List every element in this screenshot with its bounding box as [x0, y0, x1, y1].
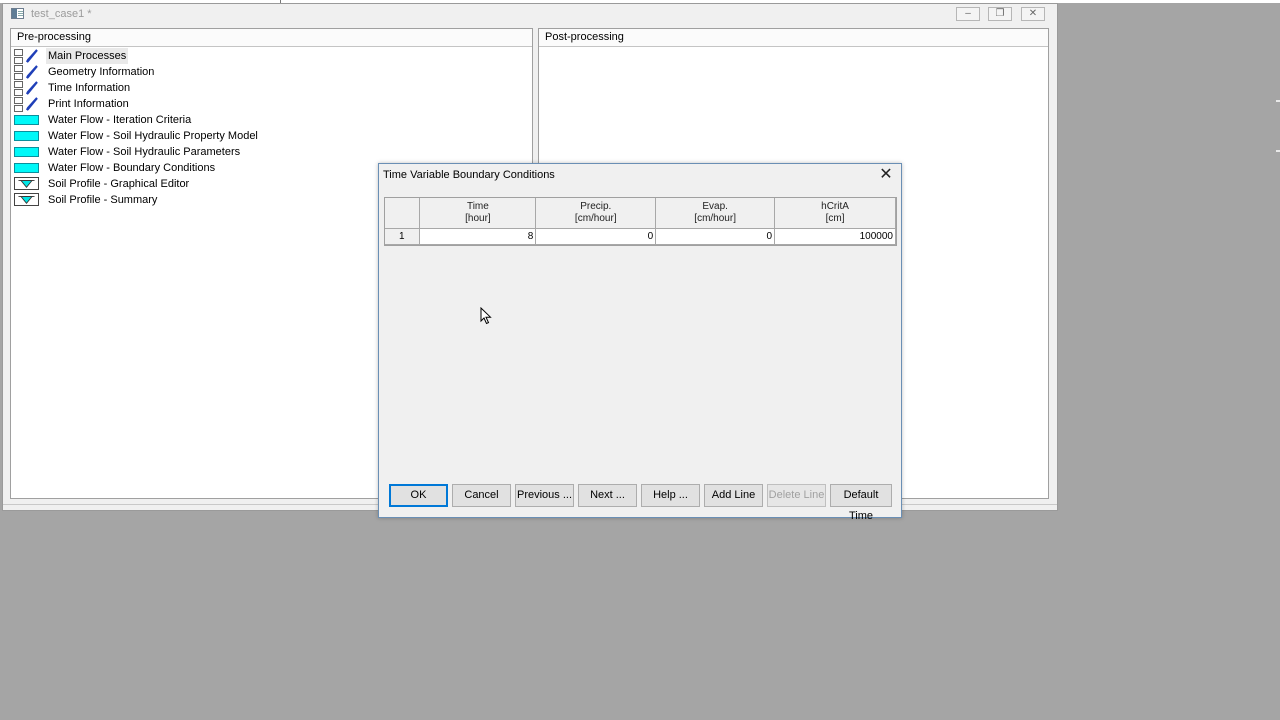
tree-item-label: Water Flow - Soil Hydraulic Property Mod…	[48, 130, 258, 142]
column-name: Time	[466, 201, 489, 212]
tree-item-soil-hydraulic-parameters[interactable]: Water Flow - Soil Hydraulic Parameters	[11, 144, 532, 160]
close-icon: ✕	[879, 166, 893, 183]
tree-item-print-information[interactable]: Print Information	[11, 96, 532, 112]
checkbox-icon	[14, 49, 23, 64]
column-unit: [cm]	[825, 213, 845, 224]
tree-item-label: Soil Profile - Summary	[48, 194, 158, 206]
mouse-cursor-icon	[480, 307, 492, 325]
minimize-button[interactable]: –	[956, 7, 980, 21]
tree-item-label: Water Flow - Boundary Conditions	[48, 162, 216, 174]
soil-profile-icon	[14, 177, 39, 190]
next-button[interactable]: Next ...	[578, 484, 637, 507]
cell-precip[interactable]: 0	[535, 228, 657, 245]
tree-item-label: Main Processes	[46, 48, 129, 64]
pen-icon	[26, 65, 38, 79]
help-button[interactable]: Help ...	[641, 484, 700, 507]
tree-item-main-processes[interactable]: Main Processes	[11, 48, 532, 64]
water-flow-icon	[14, 115, 39, 125]
add-line-button[interactable]: Add Line	[704, 484, 763, 507]
boundary-conditions-grid: Time [hour] Precip. [cm/hour] Evap. [cm/…	[384, 197, 897, 246]
column-header-hcrita[interactable]: hCritA [cm]	[774, 198, 896, 229]
minimize-icon: –	[965, 8, 971, 19]
water-flow-icon	[14, 131, 39, 141]
grid-corner-cell	[385, 198, 421, 229]
close-window-button[interactable]: ✕	[1021, 7, 1045, 21]
tree-item-label: Print Information	[48, 98, 129, 110]
row-number[interactable]: 1	[385, 228, 421, 245]
restore-icon: ❐	[995, 8, 1005, 19]
app-icon	[11, 8, 24, 19]
pen-icon	[26, 97, 38, 111]
table-row: 1 8 0 0 100000	[385, 228, 896, 245]
cancel-button[interactable]: Cancel	[452, 484, 511, 507]
checkbox-icon	[14, 97, 23, 112]
project-window-titlebar[interactable]: test_case1 * – ❐ ✕	[3, 4, 1057, 26]
column-unit: [hour]	[465, 213, 491, 224]
tree-item-geometry-information[interactable]: Geometry Information	[11, 64, 532, 80]
column-name: Evap.	[702, 201, 728, 212]
delete-line-button: Delete Line	[767, 484, 826, 507]
tree-item-soil-hydraulic-property-model[interactable]: Water Flow - Soil Hydraulic Property Mod…	[11, 128, 532, 144]
dialog-close-button[interactable]: ✕	[876, 166, 896, 184]
column-header-precip[interactable]: Precip. [cm/hour]	[535, 198, 657, 229]
column-header-time[interactable]: Time [hour]	[419, 198, 537, 229]
tree-item-time-information[interactable]: Time Information	[11, 80, 532, 96]
previous-button[interactable]: Previous ...	[515, 484, 574, 507]
checkbox-icon	[14, 65, 23, 80]
right-edge-mark	[1276, 150, 1280, 152]
tree-item-iteration-criteria[interactable]: Water Flow - Iteration Criteria	[11, 112, 532, 128]
project-window-title: test_case1 *	[31, 8, 92, 20]
tree-item-label: Geometry Information	[48, 66, 155, 78]
water-flow-icon	[14, 147, 39, 157]
column-name: hCritA	[821, 201, 849, 212]
column-unit: [cm/hour]	[574, 213, 617, 224]
pen-icon	[26, 81, 38, 95]
tree-item-label: Water Flow - Soil Hydraulic Parameters	[48, 146, 241, 158]
dialog-title: Time Variable Boundary Conditions	[383, 169, 555, 181]
ok-button[interactable]: OK	[389, 484, 448, 507]
column-name: Precip.	[580, 201, 612, 212]
time-variable-bc-dialog: Time Variable Boundary Conditions ✕ Time…	[378, 163, 902, 522]
tree-item-label: Water Flow - Iteration Criteria	[48, 114, 192, 126]
column-unit: [cm/hour]	[694, 213, 736, 224]
pre-processing-header: Pre-processing	[11, 29, 532, 47]
tree-item-label: Soil Profile - Graphical Editor	[48, 178, 190, 190]
default-time-button[interactable]: Default Time	[830, 484, 892, 522]
tree-item-label: Time Information	[48, 82, 131, 94]
right-edge-mark	[1276, 100, 1280, 102]
cell-time[interactable]: 8	[419, 228, 537, 245]
cell-hcrita[interactable]: 100000	[774, 228, 896, 245]
checkbox-icon	[14, 81, 23, 96]
pen-icon	[26, 49, 38, 63]
cell-evap[interactable]: 0	[655, 228, 776, 245]
close-icon: ✕	[1028, 8, 1038, 19]
column-header-evap[interactable]: Evap. [cm/hour]	[655, 198, 776, 229]
restore-button[interactable]: ❐	[988, 7, 1012, 21]
grid-header-row: Time [hour] Precip. [cm/hour] Evap. [cm/…	[385, 198, 896, 229]
soil-profile-icon	[14, 193, 39, 206]
water-flow-icon	[14, 163, 39, 173]
post-processing-header: Post-processing	[539, 29, 1048, 47]
